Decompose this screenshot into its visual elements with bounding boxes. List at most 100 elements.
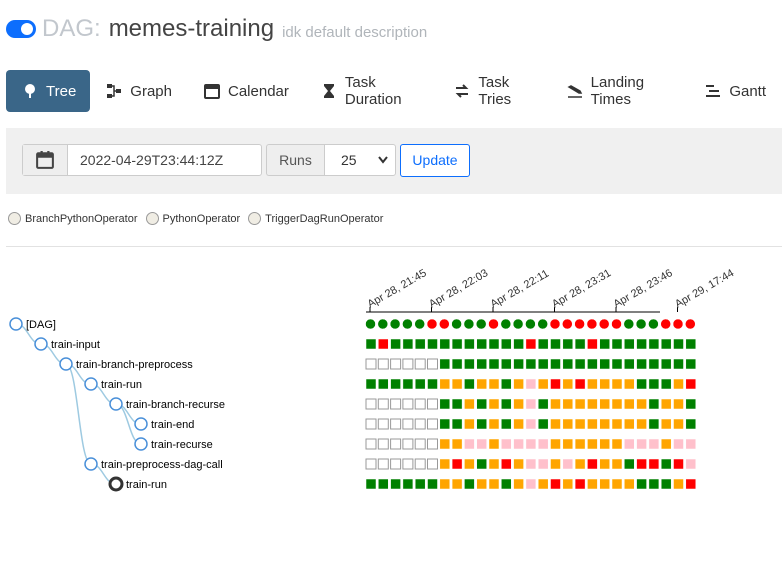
task-instance-square[interactable] — [673, 358, 684, 370]
task-instance-square[interactable] — [476, 458, 487, 470]
dag-run-circle[interactable] — [648, 318, 659, 330]
task-instance-square[interactable] — [439, 378, 451, 390]
task-instance-square[interactable] — [624, 378, 635, 390]
task-instance-square[interactable] — [476, 338, 487, 350]
task-instance-square[interactable] — [537, 478, 549, 490]
task-instance-square[interactable] — [648, 378, 660, 390]
task-instance-square[interactable] — [624, 478, 635, 490]
task-instance-square[interactable] — [414, 358, 426, 370]
task-instance-square[interactable] — [464, 358, 475, 370]
task-instance-square[interactable] — [550, 398, 561, 410]
base-date-picker[interactable]: 2022-04-29T23:44:12Z — [22, 144, 262, 176]
task-instance-square[interactable] — [685, 418, 697, 430]
task-instance-square[interactable] — [624, 438, 635, 450]
tree-node[interactable] — [134, 437, 148, 451]
task-instance-square[interactable] — [599, 338, 610, 350]
task-instance-square[interactable] — [365, 418, 377, 430]
task-instance-square[interactable] — [427, 338, 438, 350]
task-instance-square[interactable] — [648, 358, 660, 370]
task-instance-square[interactable] — [550, 438, 561, 450]
calendar-icon[interactable] — [23, 145, 68, 175]
task-instance-square[interactable] — [587, 418, 598, 430]
base-date-input[interactable]: 2022-04-29T23:44:12Z — [68, 145, 223, 175]
task-instance-square[interactable] — [574, 458, 586, 470]
tab-task-duration[interactable]: Task Duration — [305, 70, 439, 112]
task-instance-square[interactable] — [488, 438, 500, 450]
task-instance-square[interactable] — [377, 438, 389, 450]
task-instance-square[interactable] — [550, 418, 561, 430]
task-instance-square[interactable] — [365, 478, 377, 490]
task-instance-square[interactable] — [660, 398, 672, 410]
task-instance-square[interactable] — [537, 338, 549, 350]
task-instance-square[interactable] — [624, 418, 635, 430]
task-instance-square[interactable] — [599, 358, 610, 370]
task-instance-square[interactable] — [488, 458, 500, 470]
task-instance-square[interactable] — [562, 458, 574, 470]
task-instance-square[interactable] — [587, 338, 598, 350]
dag-run-circle[interactable] — [512, 318, 524, 330]
task-instance-square[interactable] — [488, 358, 500, 370]
task-instance-square[interactable] — [599, 438, 610, 450]
task-instance-square[interactable] — [574, 358, 586, 370]
dag-run-circle[interactable] — [500, 318, 512, 330]
tab-graph[interactable]: Graph — [90, 70, 188, 112]
task-label[interactable]: train-preprocess-dag-call — [101, 459, 223, 471]
task-instance-square[interactable] — [599, 398, 610, 410]
task-instance-square[interactable] — [476, 358, 487, 370]
task-instance-square[interactable] — [402, 458, 414, 470]
task-instance-square[interactable] — [501, 478, 512, 490]
task-instance-square[interactable] — [685, 398, 697, 410]
task-instance-square[interactable] — [574, 338, 586, 350]
task-instance-square[interactable] — [562, 358, 574, 370]
task-instance-square[interactable] — [464, 458, 475, 470]
dag-run-circle[interactable] — [574, 318, 585, 330]
task-instance-square[interactable] — [476, 398, 487, 410]
dag-run-circle[interactable] — [562, 318, 573, 330]
task-label[interactable]: train-input — [51, 339, 100, 351]
task-instance-square[interactable] — [378, 338, 389, 350]
task-label[interactable]: train-branch-preprocess — [76, 359, 193, 371]
task-instance-square[interactable] — [636, 398, 647, 410]
dag-run-circle[interactable] — [439, 318, 450, 330]
task-instance-square[interactable] — [390, 378, 401, 390]
runs-select[interactable]: 25 — [324, 144, 396, 176]
tab-calendar[interactable]: Calendar — [188, 70, 305, 112]
task-instance-square[interactable] — [660, 458, 672, 470]
tree-node[interactable] — [59, 357, 73, 371]
tree-node[interactable] — [34, 337, 48, 351]
task-instance-square[interactable] — [550, 458, 561, 470]
task-instance-square[interactable] — [648, 478, 660, 490]
task-instance-square[interactable] — [513, 378, 524, 390]
task-instance-square[interactable] — [537, 458, 549, 470]
task-instance-square[interactable] — [390, 418, 402, 430]
task-instance-square[interactable] — [513, 458, 524, 470]
task-instance-square[interactable] — [562, 418, 574, 430]
dag-run-circle[interactable] — [660, 318, 671, 330]
dag-run-circle[interactable] — [365, 318, 376, 330]
task-instance-square[interactable] — [587, 458, 598, 470]
task-instance-square[interactable] — [414, 398, 426, 410]
task-instance-square[interactable] — [537, 398, 549, 410]
dag-run-circle[interactable] — [377, 318, 389, 330]
task-instance-square[interactable] — [537, 378, 549, 390]
task-instance-square[interactable] — [624, 458, 635, 470]
tree-node[interactable] — [9, 317, 23, 331]
dag-run-circle[interactable] — [475, 318, 487, 330]
task-instance-square[interactable] — [673, 438, 684, 450]
task-instance-square[interactable] — [525, 478, 537, 490]
dag-run-circle[interactable] — [672, 318, 684, 330]
task-instance-square[interactable] — [673, 378, 684, 390]
task-instance-square[interactable] — [501, 378, 512, 390]
task-instance-square[interactable] — [611, 418, 623, 430]
task-instance-square[interactable] — [587, 378, 598, 390]
task-instance-square[interactable] — [611, 358, 623, 370]
task-instance-square[interactable] — [451, 358, 463, 370]
task-instance-square[interactable] — [685, 338, 697, 350]
task-instance-square[interactable] — [439, 398, 451, 410]
task-instance-square[interactable] — [611, 378, 623, 390]
task-instance-square[interactable] — [427, 398, 438, 410]
task-instance-square[interactable] — [501, 438, 512, 450]
dag-run-circle[interactable] — [463, 318, 475, 330]
task-instance-square[interactable] — [636, 458, 647, 470]
task-instance-square[interactable] — [414, 378, 426, 390]
